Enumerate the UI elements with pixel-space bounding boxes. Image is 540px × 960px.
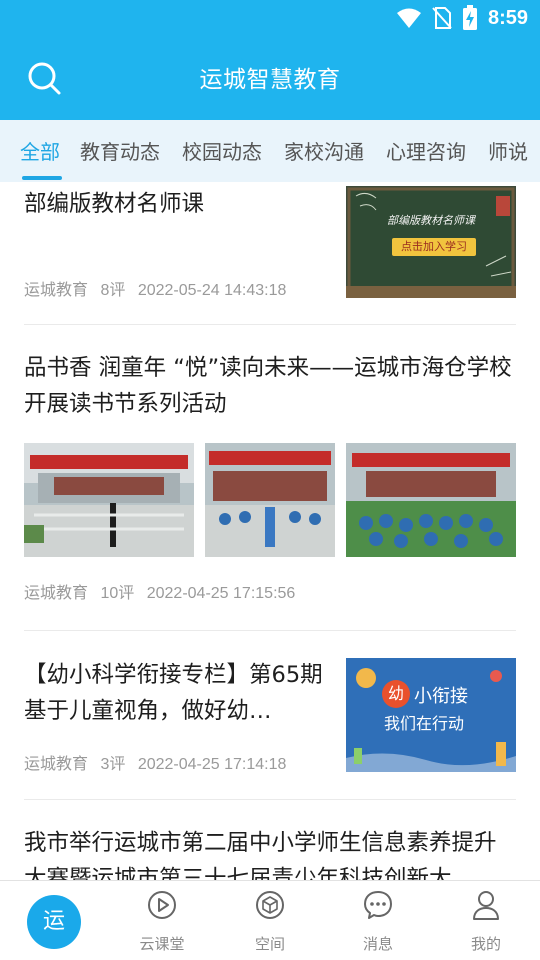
article-title: 我市举行运城市第二届中小学师生信息素养提升大赛暨运城市第三十七届青少年科技创新大 [24,830,497,880]
divider [24,630,516,631]
home-logo-icon: 运 [27,895,81,949]
school-photo-2 [205,443,335,557]
thumb-subtitle: 我们在行动 [384,714,465,733]
article-image-1[interactable] [24,443,194,557]
list-item[interactable]: 我市举行运城市第二届中小学师生信息素养提升大赛暨运城市第三十七届青少年科技创新大 [24,825,516,880]
article-thumbnail[interactable]: 幼 小衔接 我们在行动 [346,658,516,772]
article-meta: 运城教育 10评 2022-04-25 17:15:56 [24,579,303,603]
article-title: 【幼小科学衔接专栏】第65期 基于儿童视角，做好幼… [24,662,323,724]
school-photo-3 [346,443,516,557]
bottom-navigation: 运 云课堂 空间 消息 我的 [0,880,540,960]
article-title: 品书香 润童年 “悦”读向未来——运城市海仓学校开展读书节系列活动 [24,355,512,417]
article-source: 运城教育 [24,282,89,299]
nav-cloud-classroom[interactable]: 云课堂 [108,881,216,960]
no-sim-icon [432,7,452,29]
list-item[interactable]: 品书香 润童年 “悦”读向未来——运城市海仓学校开展读书节系列活动 运城教育 1… [24,350,516,630]
nav-messages[interactable]: 消息 [324,881,432,960]
school-photo-1 [24,443,194,557]
thumb-join-badge: 点击加入学习 [392,238,476,256]
thumb-badge: 幼 [382,680,410,708]
nav-home[interactable]: 运 [0,881,108,960]
list-item[interactable]: 部编版教材名师课 运城教育 8评 2022-05-24 14:43:18 部编版… [24,182,516,324]
nav-label: 空间 [254,935,285,953]
tab-campus-news[interactable]: 校园动态 [182,136,262,180]
article-time: 2022-04-25 17:15:56 [146,585,296,602]
status-time: 8:59 [487,6,528,29]
article-meta: 运城教育 3评 2022-04-25 17:14:18 [24,750,294,774]
page-title: 运城智慧教育 [199,67,341,93]
article-comments: 8评 [100,282,126,299]
nav-label: 消息 [362,935,393,953]
thumb-caption: 部编版教材名师课 [387,214,475,227]
article-source: 运城教育 [24,585,89,602]
chat-bubble-icon [364,891,392,919]
article-meta: 运城教育 8评 2022-05-24 14:43:18 [24,276,294,300]
cube-icon [256,891,284,919]
article-comments: 10评 [100,585,135,602]
article-image-3[interactable] [346,443,516,557]
nav-profile[interactable]: 我的 [432,881,540,960]
tab-education-news[interactable]: 教育动态 [80,136,160,180]
article-title: 部编版教材名师课 [24,191,205,217]
article-time: 2022-04-25 17:14:18 [137,756,287,773]
battery-charging-icon [462,5,477,30]
article-source: 运城教育 [24,756,89,773]
app-header: 运城智慧教育 [0,36,540,120]
divider [24,324,516,325]
tab-teacher-talk[interactable]: 师说 [488,136,528,180]
list-item[interactable]: 【幼小科学衔接专栏】第65期 基于儿童视角，做好幼… 运城教育 3评 2022-… [24,657,516,799]
thumb-title: 小衔接 [414,686,468,707]
nav-label: 云课堂 [139,935,185,953]
category-tabs: 全部 教育动态 校园动态 家校沟通 心理咨询 师说 [0,120,540,182]
nav-space[interactable]: 空间 [216,881,324,960]
user-icon [473,891,499,920]
tab-home-school[interactable]: 家校沟通 [284,136,364,180]
play-circle-icon [148,891,176,919]
wifi-icon [396,8,421,28]
tab-all[interactable]: 全部 [20,136,60,180]
tab-psychology[interactable]: 心理咨询 [386,136,466,180]
article-time: 2022-05-24 14:43:18 [137,282,287,299]
nav-label: 我的 [470,935,501,953]
article-thumbnail[interactable]: 部编版教材名师课 点击加入学习 [346,186,516,298]
divider [24,799,516,800]
status-bar: 8:59 [0,0,540,36]
news-feed[interactable]: 部编版教材名师课 运城教育 8评 2022-05-24 14:43:18 部编版… [0,182,540,880]
article-comments: 3评 [100,756,126,773]
active-tab-indicator [22,176,62,180]
